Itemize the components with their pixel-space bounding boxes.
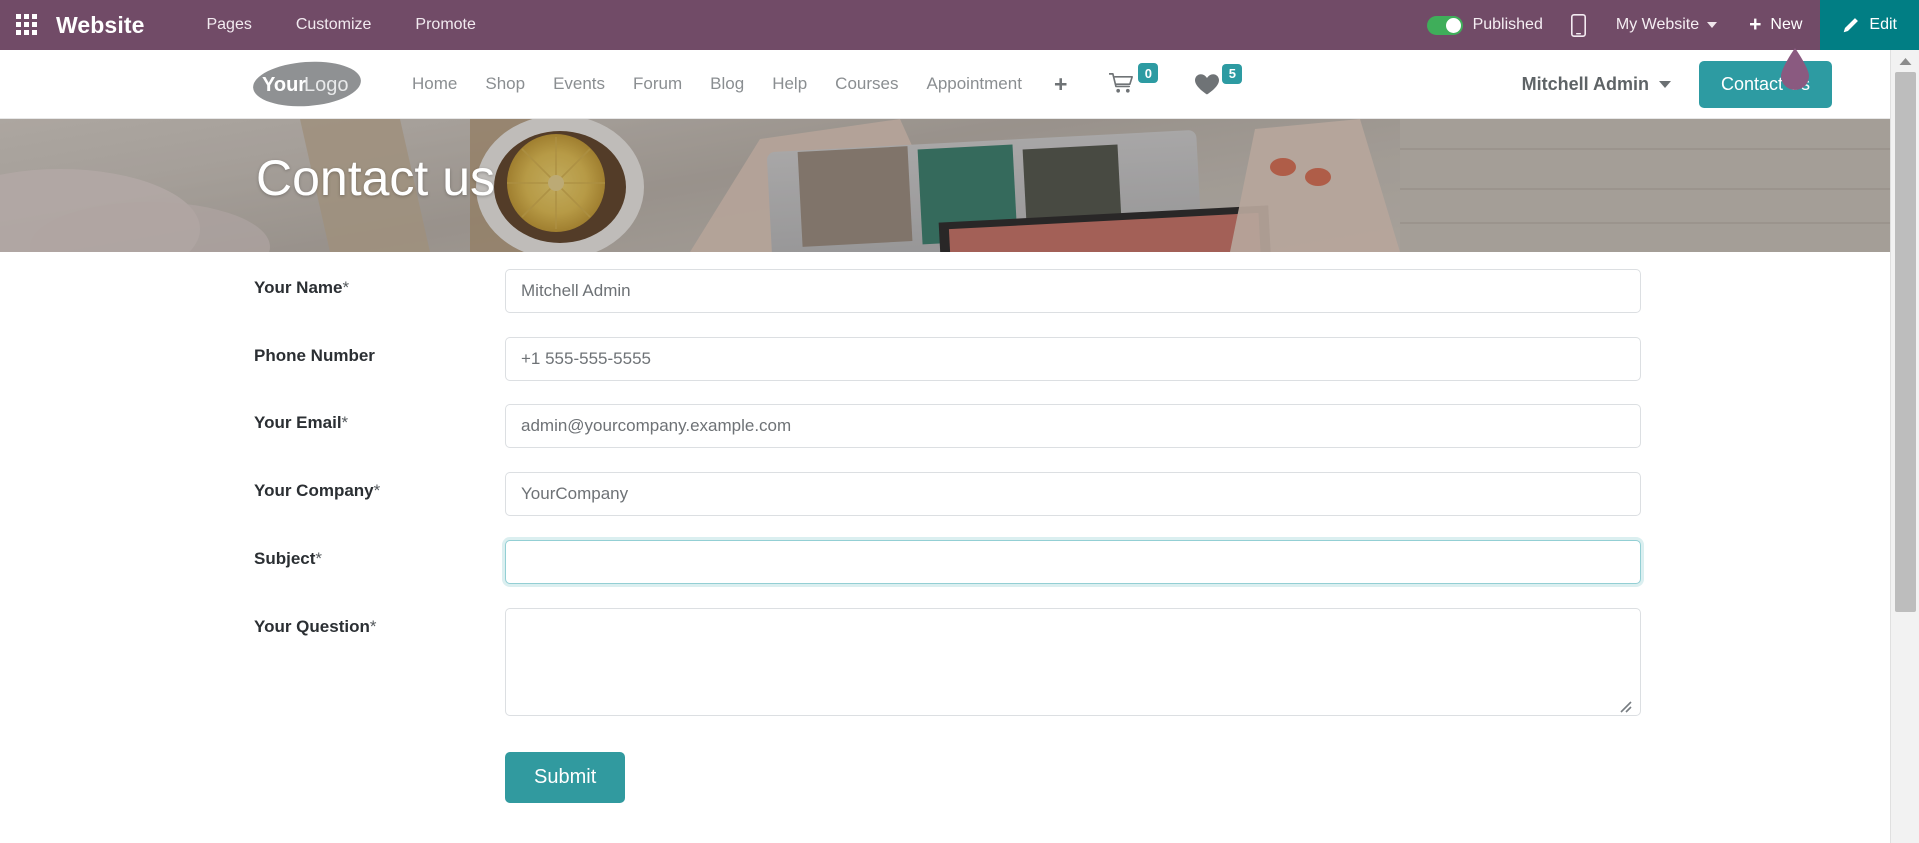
form-row-your-company: Your Company* [0,472,1890,516]
new-button-label: New [1770,16,1803,33]
label-phone-number: Phone Number [254,346,375,365]
chevron-down-icon [1707,22,1718,28]
contact-form: Your Name* Phone Number Your Email* Your… [0,252,1890,843]
cart-count-badge: 0 [1138,63,1159,83]
field-wrap-your-company [505,472,1641,516]
site-selector-dropdown[interactable]: My Website [1602,0,1731,50]
input-your-question[interactable] [505,608,1641,716]
mobile-preview-icon[interactable] [1555,13,1602,37]
logo-blob-icon: Your Logo [253,61,361,107]
required-marker: * [341,413,349,432]
scrollbar-thumb[interactable] [1895,72,1916,612]
contact-us-button[interactable]: Contact Us [1698,60,1832,108]
label-your-question: Your Question* [254,617,377,636]
header-icon-group: 0 5 [1109,63,1243,96]
pencil-icon [1844,17,1859,32]
logo-text-bold: Your [262,74,306,96]
apps-grid-icon[interactable] [16,14,38,36]
nav-item-appointment[interactable]: Appointment [912,66,1035,102]
nav-item-blog[interactable]: Blog [696,66,758,102]
field-wrap-your-question [505,608,1641,721]
field-wrap-your-name [505,269,1641,313]
nav-item-events[interactable]: Events [539,66,619,102]
add-menu-plus-icon[interactable]: + [1036,72,1083,96]
chevron-down-icon [1658,80,1671,88]
backend-menu: Pages Customize Promote [184,10,497,40]
nav-item-shop[interactable]: Shop [471,66,539,102]
label-your-name: Your Name* [254,278,350,297]
label-your-email: Your Email* [254,413,349,432]
label-your-company: Your Company* [254,481,381,500]
page-title: Contact us [256,150,496,206]
input-your-email[interactable] [505,404,1641,448]
form-row-submit: Submit [0,752,1890,803]
form-row-subject: Subject* [0,540,1890,584]
input-your-name[interactable] [505,269,1641,313]
hero-banner: Contact us [0,119,1890,252]
backend-menu-pages[interactable]: Pages [184,10,273,40]
nav-item-forum[interactable]: Forum [619,66,696,102]
site-logo[interactable]: Your Logo [252,58,362,110]
app-brand-title[interactable]: Website [56,12,144,39]
heart-icon [1195,73,1220,94]
input-phone-number[interactable] [505,337,1641,381]
wishlist-count-badge: 5 [1222,63,1243,84]
field-wrap-your-email [505,404,1641,448]
logo-text-light: Logo [304,74,349,96]
user-menu-dropdown[interactable]: Mitchell Admin [1522,74,1671,95]
page-scrollbar[interactable] [1890,50,1919,843]
required-marker: * [369,617,377,636]
submit-row-spacer [0,752,254,761]
label-subject: Subject* [254,549,323,568]
published-toggle[interactable]: Published [1415,15,1555,35]
published-switch-icon[interactable] [1426,15,1463,35]
field-wrap-phone-number [505,337,1641,381]
edit-button-label: Edit [1869,16,1897,33]
submit-wrap: Submit [505,752,626,803]
site-selector-label: My Website [1615,16,1700,33]
scrollbar-up-button[interactable] [1891,50,1919,72]
field-wrap-subject [505,540,1641,584]
user-menu-label: Mitchell Admin [1521,73,1649,94]
backend-navbar-right: Published My Website + New Edit [1415,0,1919,50]
required-marker: * [373,481,381,500]
edit-button[interactable]: Edit [1820,0,1919,50]
nav-item-courses[interactable]: Courses [821,66,912,102]
site-navigation: Home Shop Events Forum Blog Help Courses… [398,66,1083,102]
wishlist-button[interactable]: 5 [1194,63,1243,96]
chevron-up-icon [1899,57,1911,65]
required-marker: * [315,549,323,568]
new-button[interactable]: + New [1731,0,1820,50]
published-label: Published [1472,16,1543,33]
nav-item-home[interactable]: Home [398,66,471,102]
form-row-phone-number: Phone Number [0,337,1890,381]
input-subject[interactable] [505,540,1641,584]
form-row-your-name: Your Name* [0,269,1890,313]
cart-button[interactable]: 0 [1109,63,1159,96]
nav-item-help[interactable]: Help [758,66,821,102]
submit-button[interactable]: Submit [505,752,626,803]
form-row-your-question: Your Question* [0,608,1890,721]
odoo-top-navbar: Website Pages Customize Promote Publishe… [0,0,1919,50]
shopping-cart-icon [1109,73,1134,93]
form-row-your-email: Your Email* [0,404,1890,448]
plus-icon: + [1749,12,1762,36]
website-header: Your Logo Home Shop Events Forum Blog He… [0,50,1890,119]
backend-menu-customize[interactable]: Customize [274,10,394,40]
input-your-company[interactable] [505,472,1641,516]
required-marker: * [342,278,350,297]
backend-menu-promote[interactable]: Promote [393,10,497,40]
